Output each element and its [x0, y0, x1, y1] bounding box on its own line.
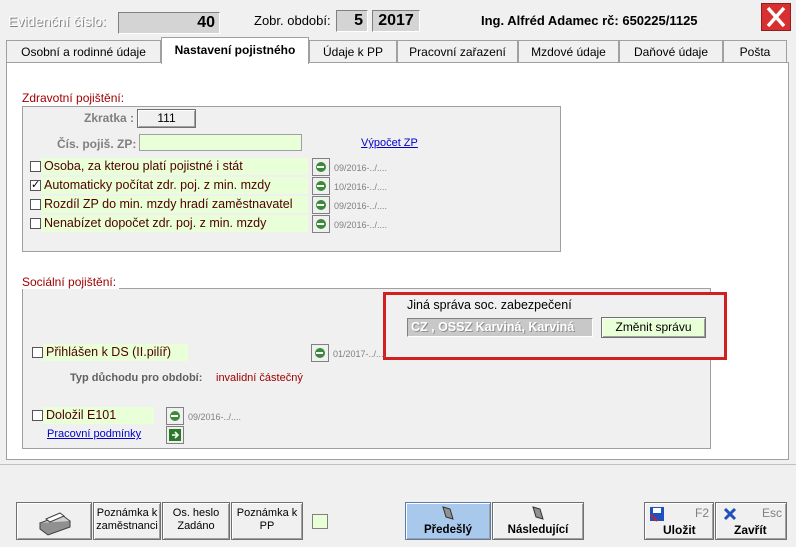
- e101-date: 09/2016-../....: [188, 412, 242, 422]
- rozdil-label: Rozdíl ZP do min. mzdy hradí zaměstnavat…: [41, 196, 308, 213]
- ds-date: 01/2017-../....: [333, 349, 387, 359]
- zdravotni-legend: Zdravotní pojištění:: [22, 91, 128, 105]
- ds-label: Přihlášen k DS (II.pilíř): [43, 344, 188, 361]
- typ-duchodu-value: invalidní částečný: [216, 372, 303, 384]
- automaticky-history-button[interactable]: [312, 177, 330, 195]
- history-icon: [316, 219, 326, 229]
- ev-cislo-value[interactable]: 40: [118, 12, 220, 34]
- socialni-legend: Sociální pojištění:: [22, 275, 120, 289]
- osoba-stat-checkbox[interactable]: [30, 161, 41, 172]
- tab-danove-udaje[interactable]: Daňové údaje: [619, 40, 723, 62]
- printer-icon: [39, 512, 71, 536]
- vypocet-zp-link[interactable]: Výpočet ZP: [361, 137, 418, 149]
- ds-checkbox[interactable]: [32, 347, 43, 358]
- automaticky-label: Automaticky počítat zdr. poj. z min. mzd…: [41, 177, 308, 194]
- pracovni-podminky-link[interactable]: Pracovní podmínky: [47, 428, 141, 440]
- zavrit-key: Esc: [761, 506, 782, 520]
- nasledujici-button[interactable]: Následující: [492, 502, 584, 540]
- automaticky-checkbox[interactable]: ✓: [30, 180, 41, 191]
- nenabizet-date: 09/2016-../....: [334, 220, 388, 230]
- ulozit-label: Uložit: [663, 523, 696, 537]
- next-record-icon: [532, 506, 544, 520]
- typ-duchodu-label: Typ důchodu pro období:: [70, 372, 203, 384]
- tab-mzdove-udaje[interactable]: Mzdové údaje: [518, 40, 619, 62]
- poznamka-pp-label: Poznámka k PP: [236, 507, 298, 532]
- ds-history-button[interactable]: [311, 344, 329, 362]
- zavrit-label: Zavřít: [734, 523, 767, 537]
- obdobi-year[interactable]: 2017: [372, 10, 420, 32]
- close-window-button[interactable]: [761, 3, 791, 31]
- poznamka-pp-button[interactable]: Poznámka k PP: [231, 502, 303, 540]
- rozdil-history-button[interactable]: [312, 196, 330, 214]
- poznamka-zamestnanci-button[interactable]: Poznámka k zaměstnanci: [93, 502, 161, 540]
- close-icon: [723, 507, 737, 521]
- osoba-stat-history-button[interactable]: [312, 158, 330, 176]
- ulozit-key: F2: [694, 506, 709, 520]
- os-heslo-button[interactable]: Os. heslo Zadáno: [162, 502, 230, 540]
- cis-poj-field[interactable]: [139, 134, 302, 151]
- os-heslo-status: Zadáno: [177, 520, 215, 532]
- zmenit-spravu-button[interactable]: Změnit správu: [601, 317, 706, 338]
- jina-sprava-field[interactable]: CZ , OSSZ Karviná, Karviná: [407, 318, 593, 337]
- nenabizet-checkbox[interactable]: [30, 218, 41, 229]
- tab-pracovni-zarazeni[interactable]: Pracovní zařazení: [397, 40, 518, 62]
- employee-name: Ing. Alfréd Adamec rč: 650225/1125: [481, 13, 698, 28]
- arrow-icon: [169, 429, 181, 441]
- zavrit-button[interactable]: Esc Zavřít: [715, 502, 787, 540]
- cis-poj-label: Čís. pojiš. ZP:: [57, 137, 137, 151]
- ulozit-button[interactable]: F2 Uložit: [644, 502, 714, 540]
- history-icon: [316, 200, 326, 210]
- history-icon: [170, 411, 180, 421]
- close-icon: [766, 6, 786, 28]
- nasledujici-label: Následující: [507, 524, 569, 536]
- rozdil-checkbox[interactable]: [30, 199, 41, 210]
- rozdil-date: 09/2016-../....: [334, 201, 388, 211]
- obdobi-month[interactable]: 5: [336, 10, 368, 32]
- zkratka-label: Zkratka :: [84, 111, 135, 125]
- e101-checkbox[interactable]: [32, 410, 43, 421]
- tab-osobni[interactable]: Osobní a rodinné údaje: [6, 40, 161, 62]
- tab-udaje-pp[interactable]: Údaje k PP: [309, 40, 397, 62]
- e101-history-button[interactable]: [166, 407, 184, 425]
- ev-cislo-label: Evidenční číslo:: [8, 13, 107, 29]
- tab-posta[interactable]: Pošta: [723, 40, 787, 62]
- poznamka-zamestnanci-label: Poznámka k zaměstnanci: [96, 507, 158, 532]
- automaticky-date: 10/2016-../....: [334, 182, 388, 192]
- history-icon: [315, 348, 325, 358]
- save-icon: [650, 507, 664, 522]
- obdobi-label: Zobr. období:: [254, 13, 331, 28]
- status-indicator: [312, 514, 328, 529]
- history-icon: [316, 181, 326, 191]
- podminky-detail-button[interactable]: [166, 426, 184, 444]
- tab-nastaveni-pojistneho[interactable]: Nastavení pojistného: [161, 37, 309, 64]
- osoba-stat-date: 09/2016-../....: [334, 163, 388, 173]
- nenabizet-history-button[interactable]: [312, 215, 330, 233]
- os-heslo-label: Os. heslo: [172, 507, 220, 519]
- e101-label: Doložil E101: [43, 407, 154, 424]
- history-icon: [316, 162, 326, 172]
- print-button[interactable]: [16, 502, 92, 540]
- predesly-button[interactable]: Předešlý: [405, 502, 491, 540]
- jina-sprava-label: Jiná správa soc. zabezpečení: [407, 298, 572, 312]
- zkratka-button[interactable]: 111: [137, 109, 196, 128]
- prev-record-icon: [442, 506, 454, 520]
- nenabizet-label: Nenabízet dopočet zdr. poj. z min. mzdy: [41, 215, 308, 232]
- predesly-label: Předešlý: [424, 524, 472, 536]
- osoba-stat-label: Osoba, za kterou platí pojistné i stát: [41, 158, 308, 175]
